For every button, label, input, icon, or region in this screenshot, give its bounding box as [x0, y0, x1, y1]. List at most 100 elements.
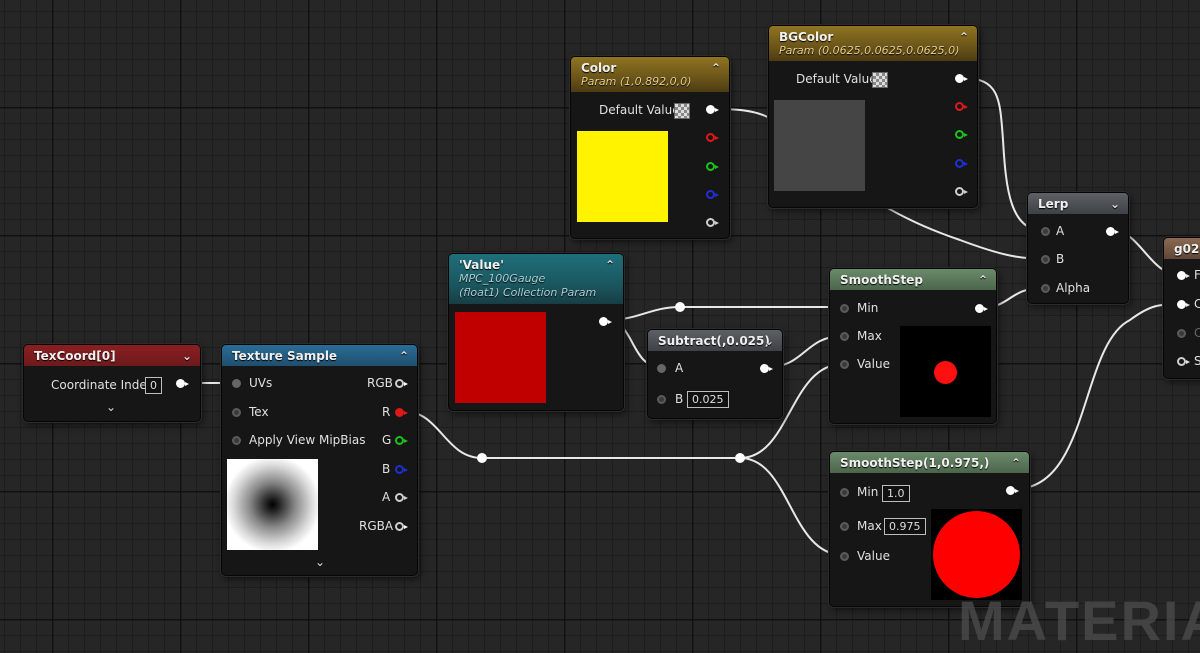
smoothstep-node[interactable]: SmoothStep ⌃ Min Max Value: [829, 268, 997, 424]
output-pin-b[interactable]: [955, 159, 968, 168]
input-pin-s[interactable]: [1177, 357, 1190, 366]
input-pin-f[interactable]: [1177, 271, 1190, 280]
pin-label-min: Min: [857, 301, 879, 315]
input-pin-a[interactable]: [1041, 227, 1050, 236]
pin-label-a: A: [382, 490, 391, 504]
pin-label-b: B: [675, 392, 684, 406]
texcoord-node[interactable]: TexCoord[0] ⌄ Coordinate Index 0 ⌄: [23, 344, 201, 422]
input-pin-max[interactable]: [840, 332, 849, 341]
default-value-label: Default Value: [599, 103, 680, 117]
expand-chevron-down-icon[interactable]: ⌄: [315, 555, 325, 569]
max-value-field[interactable]: 0.975: [884, 518, 926, 535]
expand-chevron-down-icon[interactable]: ⌄: [106, 400, 116, 414]
pin-label-value: Value: [857, 357, 890, 371]
collapse-chevron-up-icon[interactable]: ⌃: [978, 273, 988, 287]
input-pin-min[interactable]: [840, 304, 849, 313]
output-pin-r[interactable]: [955, 102, 968, 111]
lerp-node-title: Lerp: [1038, 197, 1069, 211]
value-collection-param-node[interactable]: 'Value' MPC_100Gauge (float1) Collection…: [448, 253, 624, 411]
partial-output-node-header[interactable]: g026: [1164, 238, 1200, 259]
min-value-field[interactable]: 1.0: [882, 485, 910, 502]
partial-output-node[interactable]: g026 F C C S: [1163, 237, 1200, 379]
output-pin-a[interactable]: [706, 218, 719, 227]
collapse-chevron-down-icon[interactable]: ⌄: [764, 334, 774, 348]
output-pin-rgb[interactable]: [955, 74, 968, 83]
input-pin-min[interactable]: [840, 488, 849, 497]
input-pin-max[interactable]: [840, 522, 849, 531]
pin-label-a: A: [675, 361, 684, 375]
color-node-header[interactable]: Color Param (1,0.892,0,0) ⌃: [571, 57, 729, 92]
smoothstep2-node[interactable]: SmoothStep(1,0.975,) ⌃ Min 1.0 Max 0.975…: [829, 451, 1030, 607]
reroute-knot-top: [675, 302, 685, 312]
input-pin-a[interactable]: [657, 364, 666, 373]
pin-label-r: R: [382, 405, 391, 419]
collapse-chevron-down-icon[interactable]: ⌄: [182, 349, 192, 363]
input-pin-apply-view-mipbias[interactable]: [232, 436, 241, 445]
collapse-chevron-up-icon[interactable]: ⌃: [959, 30, 969, 44]
output-pin[interactable]: [1006, 486, 1019, 495]
input-pin-tex[interactable]: [232, 408, 241, 417]
input-pin-b[interactable]: [1041, 255, 1050, 264]
pin-label-c2: C: [1194, 326, 1200, 340]
input-pin-uvs[interactable]: [232, 379, 241, 388]
output-pin-r[interactable]: [395, 408, 408, 417]
output-pin[interactable]: [176, 379, 189, 388]
collapse-chevron-up-icon[interactable]: ⌃: [605, 258, 615, 272]
pin-label-rgba: RGBA: [359, 519, 394, 533]
b-value-field[interactable]: 0.025: [687, 391, 729, 408]
bgcolor-node-header[interactable]: BGColor Param (0.0625,0.0625,0.0625,0) ⌃: [769, 26, 977, 61]
output-pin-g[interactable]: [706, 162, 719, 171]
output-pin-r[interactable]: [706, 133, 719, 142]
collapse-chevron-up-icon[interactable]: ⌃: [711, 61, 721, 75]
input-pin-c[interactable]: [1177, 300, 1190, 309]
smoothstep2-node-header[interactable]: SmoothStep(1,0.975,) ⌃: [830, 452, 1029, 473]
collapse-chevron-up-icon[interactable]: ⌃: [399, 349, 409, 363]
color-param-node[interactable]: Color Param (1,0.892,0,0) ⌃ Default Valu…: [570, 56, 730, 239]
input-pin-b[interactable]: [657, 395, 666, 404]
pin-label-b: B: [1056, 252, 1065, 266]
bgcolor-swatch: [774, 100, 865, 191]
texture-sample-node-title: Texture Sample: [232, 349, 338, 363]
default-value-label: Default Value: [796, 72, 877, 86]
texcoord-node-title: TexCoord[0]: [34, 349, 116, 363]
subtract-node-title: Subtract(,0.025): [658, 334, 770, 348]
value-node-header[interactable]: 'Value' MPC_100Gauge (float1) Collection…: [449, 254, 623, 304]
output-pin[interactable]: [1106, 227, 1119, 236]
value-node-subtitle-line1: MPC_100Gauge: [459, 272, 546, 285]
output-pin-a[interactable]: [955, 187, 968, 196]
input-pin-value[interactable]: [840, 552, 849, 561]
output-pin-b[interactable]: [395, 465, 408, 474]
output-pin-g[interactable]: [395, 436, 408, 445]
texture-sample-node-header[interactable]: Texture Sample ⌃: [222, 345, 417, 366]
texture-sample-node[interactable]: Texture Sample ⌃ UVs Tex Apply View MipB…: [221, 344, 418, 576]
output-pin-g[interactable]: [955, 130, 968, 139]
smoothstep-node-header[interactable]: SmoothStep ⌃: [830, 269, 996, 290]
wire-reroute-to-smoothstep2-value: [739, 457, 844, 556]
output-pin-b[interactable]: [706, 190, 719, 199]
output-pin-a[interactable]: [395, 493, 408, 502]
collapse-chevron-down-icon[interactable]: ⌄: [1110, 197, 1120, 211]
subtract-node[interactable]: Subtract(,0.025) ⌄ A B 0.025: [647, 329, 783, 419]
output-pin-rgb[interactable]: [706, 105, 719, 114]
pin-label-value: Value: [857, 549, 890, 563]
output-pin[interactable]: [599, 317, 612, 326]
collapse-chevron-up-icon[interactable]: ⌃: [1011, 456, 1021, 470]
bgcolor-param-node[interactable]: BGColor Param (0.0625,0.0625,0.0625,0) ⌃…: [768, 25, 978, 208]
value-node-title: 'Value': [459, 258, 504, 272]
lerp-node-header[interactable]: Lerp ⌄: [1028, 193, 1128, 214]
material-watermark: MATERIAL: [958, 589, 1200, 652]
bgcolor-node-subtitle: Param (0.0625,0.0625,0.0625,0): [779, 44, 960, 57]
output-pin[interactable]: [760, 364, 773, 373]
texcoord-node-header[interactable]: TexCoord[0] ⌄: [24, 345, 200, 366]
pin-label-a: A: [1056, 224, 1065, 238]
input-pin-alpha[interactable]: [1041, 284, 1050, 293]
output-pin-rgba[interactable]: [395, 522, 408, 531]
subtract-node-header[interactable]: Subtract(,0.025) ⌄: [648, 330, 782, 351]
input-pin-value[interactable]: [840, 360, 849, 369]
output-pin-rgb[interactable]: [395, 379, 408, 388]
lerp-node[interactable]: Lerp ⌄ A B Alpha: [1027, 192, 1129, 304]
smoothstep2-node-title: SmoothStep(1,0.975,): [840, 456, 990, 470]
input-pin-c2[interactable]: [1177, 329, 1186, 338]
coordinate-index-field[interactable]: 0: [145, 377, 162, 394]
output-pin[interactable]: [975, 304, 988, 313]
